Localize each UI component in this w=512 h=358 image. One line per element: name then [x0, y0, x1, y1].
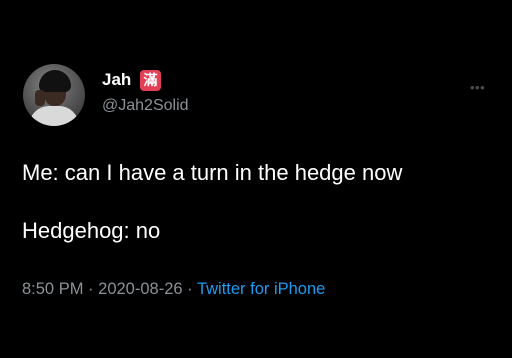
meta-separator: · — [187, 280, 193, 298]
author-handle[interactable]: @Jah2Solid — [102, 97, 189, 115]
tweet-source-link[interactable]: Twitter for iPhone — [197, 280, 325, 298]
author-display-name[interactable]: Jah — [102, 70, 131, 90]
tweet-text-line-2: Hedgehog: no — [22, 218, 161, 243]
avatar-hair — [39, 70, 71, 92]
tweet-date[interactable]: 2020-08-26 — [98, 280, 182, 298]
name-emoji-icon: 滿 — [140, 70, 161, 91]
tweet-card: Jah 滿 @Jah2Solid ••• Me: can I have a tu… — [0, 0, 512, 358]
tweet-meta: 8:50 PM · 2020-08-26 · Twitter for iPhon… — [22, 280, 325, 299]
tweet-time[interactable]: 8:50 PM — [22, 280, 83, 298]
avatar-hand — [35, 90, 45, 106]
tweet-text-line-1: Me: can I have a turn in the hedge now — [22, 160, 403, 185]
avatar[interactable] — [23, 64, 85, 126]
meta-separator: · — [88, 280, 94, 298]
more-options-icon[interactable]: ••• — [470, 80, 485, 95]
avatar-shirt — [29, 106, 79, 126]
